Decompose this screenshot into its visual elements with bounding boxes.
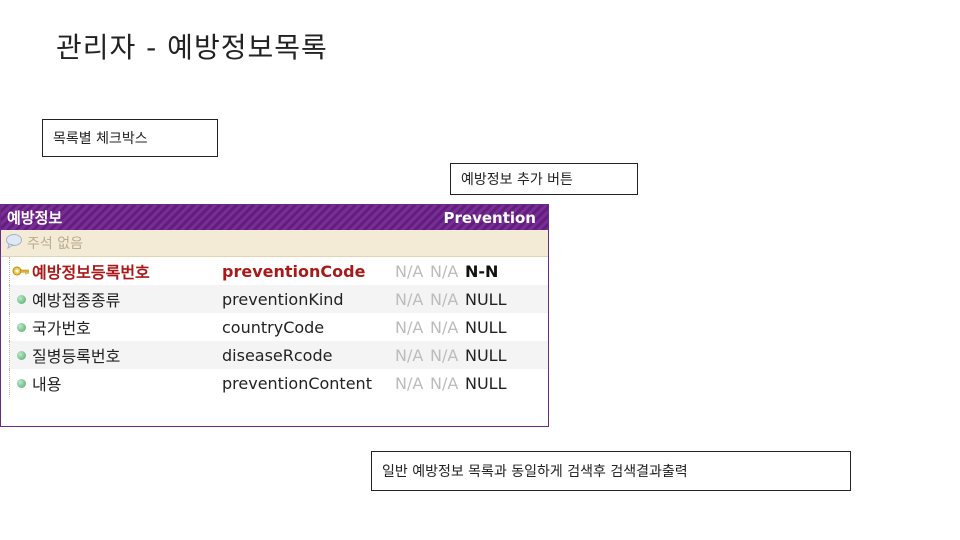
attribute-row: 예방정보등록번호 preventionCode N/A N/A N-N bbox=[9, 257, 548, 285]
annotation-search: 일반 예방정보 목록과 동일하게 검색후 검색결과출력 bbox=[371, 451, 851, 491]
attribute-dot-icon bbox=[10, 322, 32, 332]
attribute-nullability: N-N bbox=[465, 261, 499, 281]
entity-header: 예방정보 Prevention bbox=[1, 205, 548, 230]
attribute-row: 내용 preventionContent N/A N/A NULL bbox=[9, 369, 548, 397]
attribute-row: 질병등록번호 diseaseRcode N/A N/A NULL bbox=[9, 341, 548, 369]
attribute-logical-name: 예방접종종류 bbox=[32, 291, 121, 310]
attribute-dot-icon bbox=[10, 350, 32, 360]
entity-logical-name: 예방정보 bbox=[7, 209, 63, 227]
page-title: 관리자 - 예방정보목록 bbox=[56, 31, 328, 64]
attribute-physical-name: preventionCode bbox=[222, 261, 366, 281]
attribute-list: 예방정보등록번호 preventionCode N/A N/A N-N 예방접종종류 pre… bbox=[1, 257, 548, 397]
attribute-logical-name: 내용 bbox=[32, 375, 62, 394]
annotation-checkbox: 목록별 체크박스 bbox=[42, 119, 218, 157]
comment-bubble-icon bbox=[5, 233, 23, 253]
attribute-na-1: N/A bbox=[395, 289, 424, 309]
attribute-na-2: N/A bbox=[430, 317, 459, 337]
attribute-nullability: NULL bbox=[465, 289, 507, 309]
entity-physical-name: Prevention bbox=[443, 208, 537, 227]
annotation-checkbox-text: 목록별 체크박스 bbox=[53, 131, 148, 147]
entity-table: 예방정보 Prevention 주석 없음 예방정보등록번호 prevention… bbox=[0, 204, 549, 427]
key-icon bbox=[10, 265, 32, 277]
attribute-dot-icon bbox=[10, 294, 32, 304]
attribute-physical-name: preventionContent bbox=[222, 373, 372, 393]
attribute-na-2: N/A bbox=[430, 345, 459, 365]
attribute-nullability: NULL bbox=[465, 345, 507, 365]
attribute-physical-name: countryCode bbox=[222, 317, 325, 337]
entity-comment: 주석 없음 bbox=[1, 230, 548, 257]
attribute-na-2: N/A bbox=[430, 289, 459, 309]
attribute-physical-name: diseaseRcode bbox=[222, 345, 333, 365]
annotation-add-button: 예방정보 추가 버튼 bbox=[450, 163, 638, 195]
attribute-row: 예방접종종류 preventionKind N/A N/A NULL bbox=[9, 285, 548, 313]
attribute-nullability: NULL bbox=[465, 373, 507, 393]
attribute-nullability: NULL bbox=[465, 317, 507, 337]
attribute-na-2: N/A bbox=[430, 373, 459, 393]
attribute-logical-name: 질병등록번호 bbox=[32, 347, 121, 366]
attribute-na-1: N/A bbox=[395, 373, 424, 393]
attribute-logical-name: 예방정보등록번호 bbox=[32, 263, 150, 282]
attribute-logical-name: 국가번호 bbox=[32, 319, 91, 338]
attribute-physical-name: preventionKind bbox=[222, 289, 344, 309]
attribute-row: 국가번호 countryCode N/A N/A NULL bbox=[9, 313, 548, 341]
attribute-na-1: N/A bbox=[395, 317, 424, 337]
entity-comment-text: 주석 없음 bbox=[27, 236, 83, 252]
attribute-dot-icon bbox=[10, 378, 32, 388]
annotation-add-button-text: 예방정보 추가 버튼 bbox=[461, 172, 573, 188]
annotation-search-text: 일반 예방정보 목록과 동일하게 검색후 검색결과출력 bbox=[382, 464, 688, 480]
attribute-na-1: N/A bbox=[395, 345, 424, 365]
attribute-na-2: N/A bbox=[430, 261, 459, 281]
attribute-na-1: N/A bbox=[395, 261, 424, 281]
